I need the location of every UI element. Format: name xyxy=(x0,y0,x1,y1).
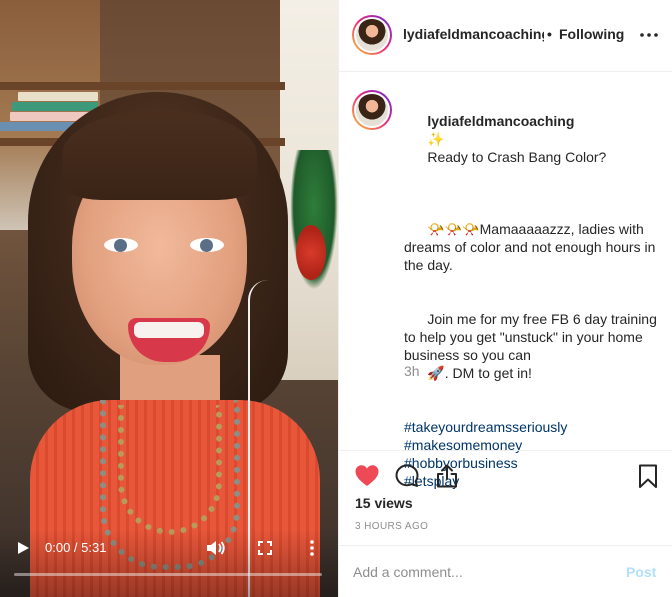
share-icon[interactable] xyxy=(434,463,460,489)
following-button[interactable]: Following xyxy=(559,26,624,42)
play-icon[interactable] xyxy=(15,540,31,556)
more-horizontal-icon[interactable] xyxy=(639,26,659,44)
post-panel: lydiafeldmancoaching • Following lydiafe… xyxy=(338,0,672,597)
video-progress-bar[interactable] xyxy=(14,573,322,576)
post-caption: lydiafeldmancoaching ✨ Ready to Crash Ba… xyxy=(404,94,662,490)
heart-filled-icon[interactable] xyxy=(354,463,380,489)
caption-username[interactable]: lydiafeldmancoaching xyxy=(427,113,574,129)
caption-line: Ready to Crash Bang Color? xyxy=(427,149,607,165)
more-vertical-icon[interactable] xyxy=(306,539,318,557)
view-count[interactable]: 15 views xyxy=(355,495,413,511)
post-header: lydiafeldmancoaching • Following xyxy=(339,0,672,72)
header-separator: • xyxy=(547,26,552,42)
book xyxy=(12,102,98,111)
hashtag-link[interactable]: #takeyourdreamsseriously xyxy=(404,418,662,436)
flower xyxy=(296,225,326,280)
horn-emoji: 📯📯📯 xyxy=(427,221,480,237)
comment-icon[interactable] xyxy=(394,463,420,489)
video-controls: 0:00 / 5:31 xyxy=(0,529,338,597)
caption-paragraph: . DM to get in! xyxy=(444,365,532,381)
eye xyxy=(190,238,224,252)
rocket-emoji: 🚀 xyxy=(427,365,445,381)
necklace xyxy=(118,405,222,535)
post-button[interactable]: Post xyxy=(626,564,656,580)
caption-age[interactable]: 3h xyxy=(404,363,420,379)
bookshelf xyxy=(0,82,285,90)
post-actions: 15 views 3 HOURS AGO xyxy=(339,450,672,546)
eye xyxy=(104,238,138,252)
header-username[interactable]: lydiafeldmancoaching xyxy=(403,26,544,42)
video-player[interactable]: 0:00 / 5:31 xyxy=(0,0,338,597)
book xyxy=(18,92,98,101)
bookmark-icon[interactable] xyxy=(635,463,661,489)
comment-bar: Post xyxy=(339,545,672,597)
post-timestamp[interactable]: 3 HOURS AGO xyxy=(355,521,428,532)
comment-input[interactable] xyxy=(353,562,593,582)
caption-avatar[interactable] xyxy=(352,90,392,130)
avatar[interactable] xyxy=(352,15,392,55)
sparkle-emoji: ✨ xyxy=(427,131,445,147)
volume-icon[interactable] xyxy=(206,540,226,556)
bangs xyxy=(62,110,257,200)
caption-paragraph: Join me for my free FB 6 day training to… xyxy=(404,311,661,363)
fullscreen-icon[interactable] xyxy=(257,540,273,556)
video-time: 0:00 / 5:31 xyxy=(45,540,107,555)
